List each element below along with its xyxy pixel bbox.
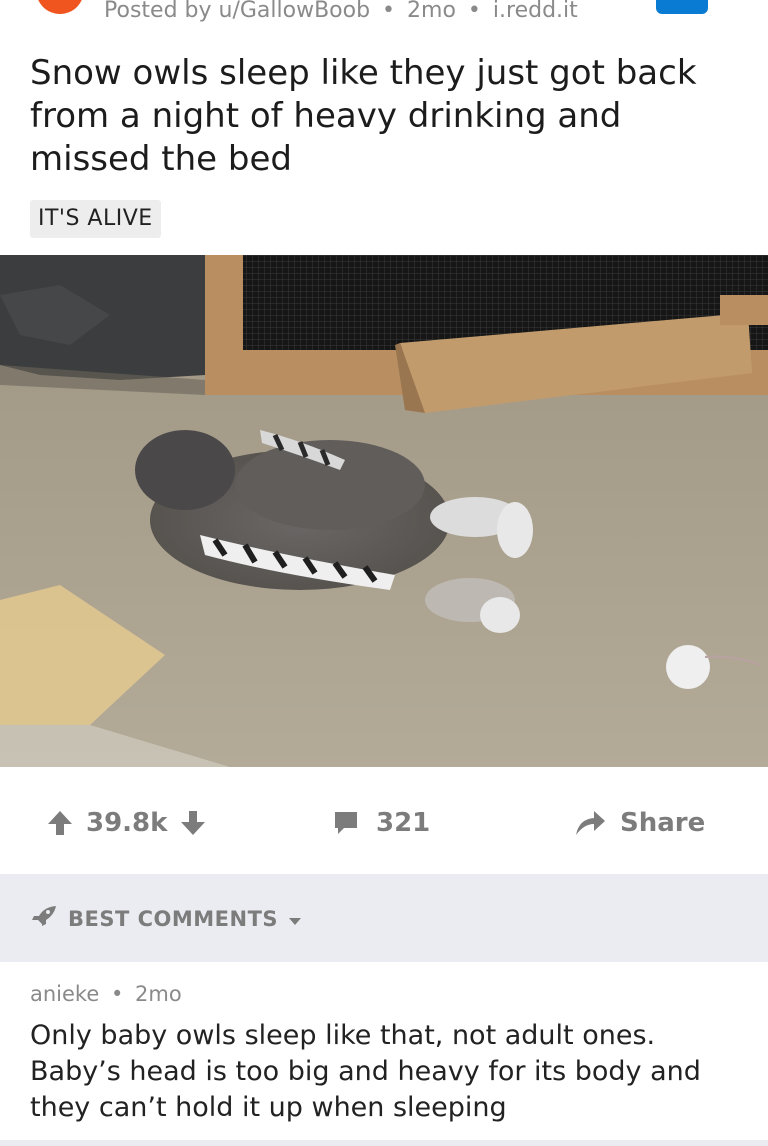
post-age: 2mo [407,0,456,23]
share-button[interactable]: Share [574,808,705,838]
comment-author[interactable]: anieke [30,982,99,1006]
owl-photo-icon [0,255,768,767]
comment-age: 2mo [135,982,182,1006]
comment-line: Baby’s head is too big and heavy for its… [30,1056,701,1087]
subreddit-avatar[interactable] [36,0,84,14]
rocket-icon [30,904,58,933]
comment-body: Only baby owls sleep like that, not adul… [30,1018,750,1126]
post-header: Posted by u/GallowBoob • 2mo • i.redd.it [0,0,768,30]
divider [0,1140,768,1146]
join-button[interactable] [656,0,708,14]
comments-button[interactable]: 321 [332,808,430,838]
comment-meta: anieke • 2mo [30,982,182,1006]
comment-line: they can’t hold it up when sleeping [30,1092,507,1123]
share-arrow-icon [574,809,606,837]
post-image[interactable] [0,255,768,767]
post-actions: 39.8k 321 Share [0,770,768,874]
share-label: Share [620,808,706,838]
sort-label: BEST COMMENTS [68,906,279,931]
vote-score: 39.8k [86,808,168,838]
comment-count: 321 [376,808,431,838]
comment-item: anieke • 2mo Only baby owls sleep like t… [0,962,768,1146]
vote-group: 39.8k [46,808,207,838]
meta-separator: • [467,0,481,23]
comment-line: Only baby owls sleep like that, not adul… [30,1020,656,1051]
comment-sort-dropdown[interactable]: BEST COMMENTS [30,904,302,933]
meta-separator: • [382,0,396,23]
speech-bubble-icon [332,809,360,837]
post-meta: Posted by u/GallowBoob • 2mo • i.redd.it [104,0,578,23]
arrow-up-icon[interactable] [46,809,74,837]
post-domain[interactable]: i.redd.it [493,0,578,23]
comment-sort-bar: BEST COMMENTS [0,874,768,962]
arrow-down-icon[interactable] [179,809,207,837]
post-title[interactable]: Snow owls sleep like they just got back … [30,52,740,181]
chevron-down-icon [288,907,302,931]
post-author[interactable]: Posted by u/GallowBoob [104,0,370,23]
meta-separator: • [110,982,124,1006]
post-flair[interactable]: IT'S ALIVE [30,200,161,238]
